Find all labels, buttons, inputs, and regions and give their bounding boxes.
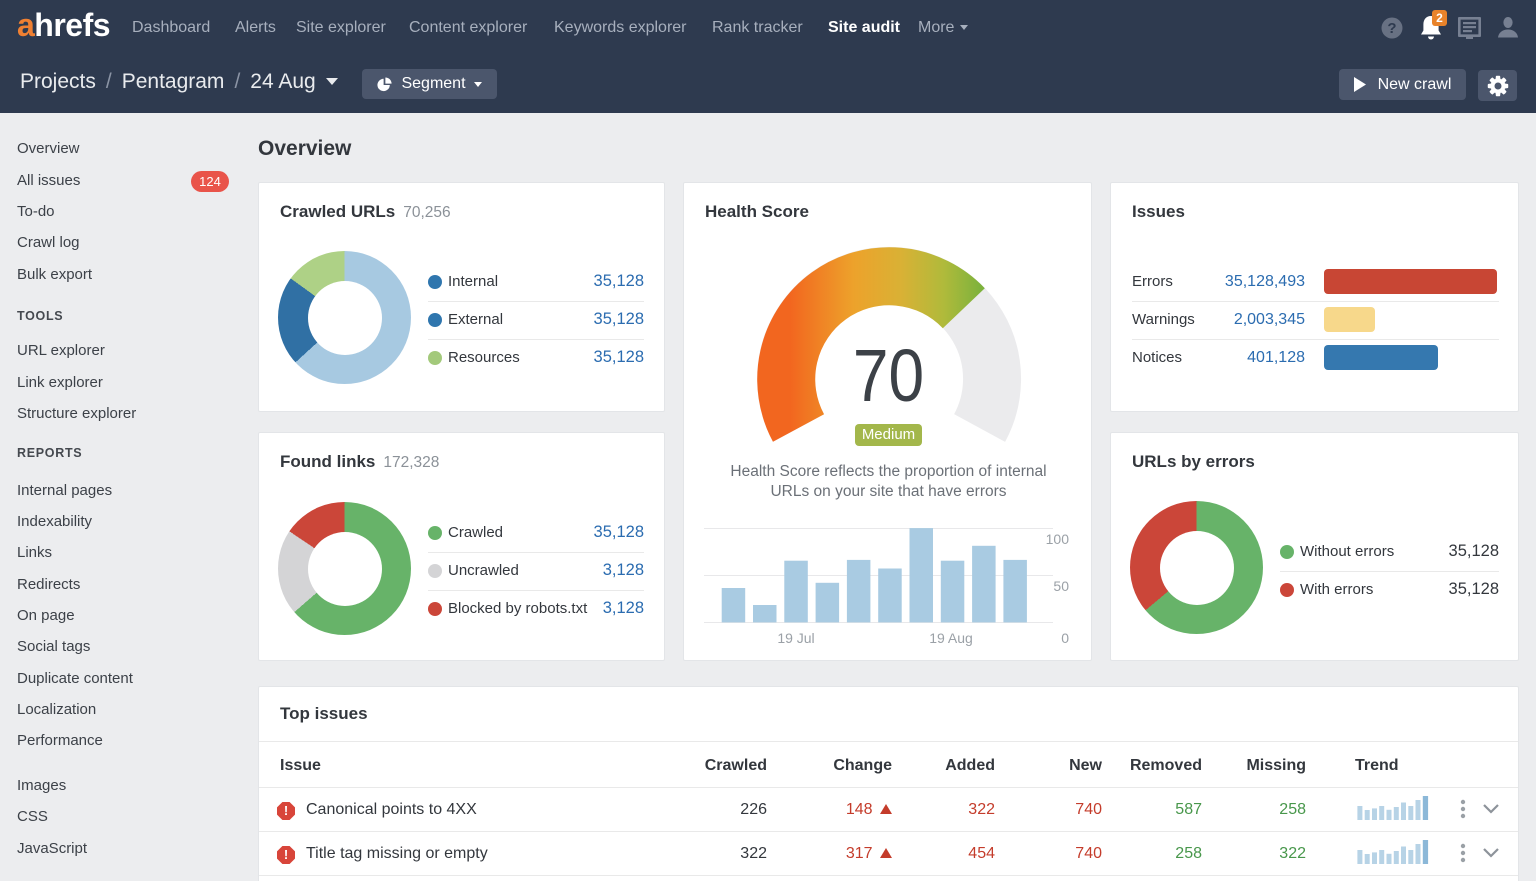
svg-text:19 Aug: 19 Aug (929, 630, 973, 646)
svg-text:50: 50 (1053, 578, 1069, 594)
svg-text:19 Jul: 19 Jul (777, 630, 814, 646)
svg-text:0: 0 (1061, 630, 1069, 646)
svg-text:100: 100 (1046, 531, 1070, 547)
svg-text:?: ? (1387, 20, 1396, 37)
